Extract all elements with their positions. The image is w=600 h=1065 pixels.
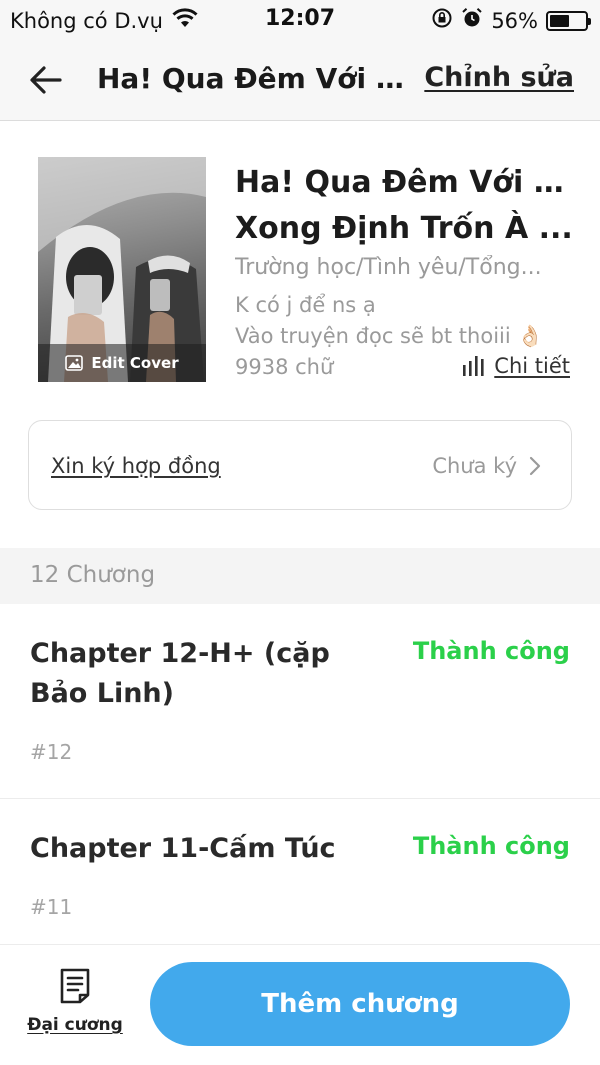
edit-cover-button[interactable]: Edit Cover (38, 344, 206, 382)
book-cover-image[interactable]: Edit Cover (38, 157, 206, 382)
outline-label: Đại cương (27, 1015, 123, 1035)
status-bar: Không có D.vụ 12:07 56% (0, 0, 600, 40)
chapter-number: #12 (30, 740, 73, 764)
battery-percent: 56% (491, 8, 538, 33)
alarm-icon (461, 7, 483, 34)
chevron-right-icon (529, 456, 541, 476)
contract-status-text: Chưa ký (432, 454, 517, 478)
chapter-title: Chapter 11-Cấm Túc (30, 833, 336, 864)
battery-level (550, 14, 570, 27)
back-button[interactable] (26, 60, 66, 100)
rotation-lock-icon (431, 7, 453, 34)
contract-label[interactable]: Xin ký hợp đồng (51, 454, 221, 478)
book-description-line1: K có j để ns ạ (235, 293, 376, 317)
bottom-action-bar: Đại cương Thêm chương (0, 945, 600, 1065)
chapter-list-header: 12 Chương (0, 548, 600, 604)
document-icon (60, 968, 90, 1004)
detail-label: Chi tiết (494, 354, 570, 378)
arrow-left-icon (30, 66, 62, 94)
outline-button[interactable]: Đại cương (25, 967, 125, 1047)
battery-icon (546, 10, 591, 31)
book-title: Ha! Qua Đêm Với Tôi Xong Định Trốn À ... (235, 160, 575, 252)
chapter-number: #11 (30, 895, 73, 919)
chapter-list-item[interactable]: Chapter 11-Cấm Túc Thành công #11 (0, 799, 600, 945)
top-navigation-bar: Ha! Qua Đêm Với T... Chỉnh sửa (0, 40, 600, 121)
image-icon (65, 355, 84, 371)
edit-button[interactable]: Chỉnh sửa (424, 62, 574, 93)
book-title-line2: Xong Định Trốn À ... (235, 211, 573, 246)
book-genre: Trường học/Tình yêu/Tổng... (235, 255, 542, 280)
add-chapter-button[interactable]: Thêm chương (150, 962, 570, 1046)
page-title: Ha! Qua Đêm Với T... (97, 62, 407, 95)
edit-cover-label: Edit Cover (91, 354, 179, 372)
contract-card[interactable]: Xin ký hợp đồng Chưa ký (28, 420, 572, 510)
detail-button[interactable]: Chi tiết (462, 354, 570, 378)
chapter-list-item[interactable]: Chapter 12-H+ (cặp Bảo Linh) Thành công … (0, 604, 600, 799)
chapter-count: 12 Chương (30, 562, 156, 588)
word-count: 9938 chữ (235, 355, 334, 379)
status-right: 56% (431, 7, 591, 34)
contract-status: Chưa ký (432, 454, 541, 478)
chapter-status: Thành công (412, 832, 570, 860)
chapter-title: Chapter 12-H+ (cặp Bảo Linh) (30, 638, 330, 709)
bar-chart-icon (463, 356, 484, 376)
book-description-line2: Vào truyện đọc sẽ bt thoiii 👌🏻 (235, 324, 544, 348)
chapter-status: Thành công (412, 637, 570, 665)
book-title-line1: Ha! Qua Đêm Với Tôi (235, 165, 575, 200)
